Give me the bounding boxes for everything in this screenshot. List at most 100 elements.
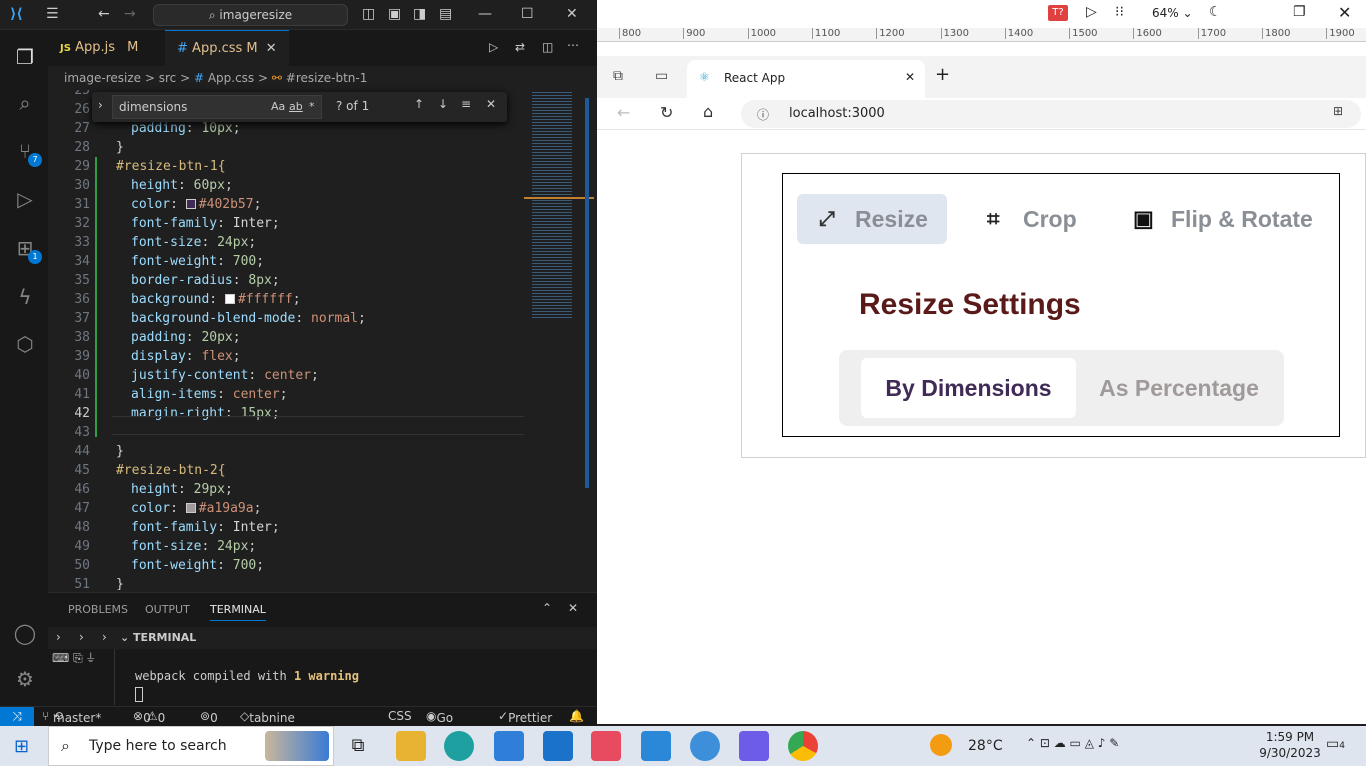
dark-mode-icon[interactable]: ☾ (1209, 4, 1222, 20)
clock-time[interactable]: 1:59 PM (1260, 730, 1320, 744)
menu-icon[interactable]: ☰ (46, 6, 59, 22)
grid-icon[interactable]: ⁝⁝ (1115, 4, 1124, 20)
command-center-search[interactable]: ⌕ imageresize (153, 4, 348, 26)
remote-indicator-icon[interactable]: ⤨ (0, 707, 34, 727)
flip-rotate-button[interactable]: ▣ Flip & Rotate (1129, 194, 1329, 244)
notification-icon[interactable]: ▭4 (1326, 736, 1345, 752)
clock-date[interactable]: 9/30/2023 (1254, 746, 1326, 760)
back-arrow-icon[interactable]: ← (98, 6, 110, 22)
task-view-icon[interactable]: ⧉ (343, 731, 373, 761)
code-editor[interactable]: 25 26 27 padding: 10px; 28} 29 #resize-btn-1{3… (48, 90, 524, 590)
source-control-icon[interactable]: ⑂ 7 (12, 138, 42, 167)
by-dimensions-button[interactable]: By Dimensions (861, 358, 1076, 418)
url-bar[interactable]: ⓘ localhost:3000 (741, 100, 1361, 128)
terminal-tools-icon[interactable]: ⌨ ⎘ ⏚ (52, 651, 95, 666)
split-editor-icon[interactable]: ◫ (542, 40, 553, 54)
tab-app-js[interactable]: JS App.js M (48, 30, 165, 66)
prettier-status[interactable]: ✓ Prettier (498, 709, 552, 725)
edge-icon[interactable] (444, 731, 474, 761)
run-icon[interactable]: ▷ (489, 40, 498, 54)
lightning-icon[interactable]: ϟ (12, 284, 38, 310)
app-icon[interactable] (641, 731, 671, 761)
chevron-right-icon[interactable]: › (56, 630, 61, 644)
close-panel-icon[interactable]: ✕ (568, 601, 578, 615)
close-icon[interactable]: ✕ (1338, 3, 1351, 22)
taskbar-search[interactable]: ⌕ Type here to search (48, 726, 334, 766)
color-swatch[interactable] (185, 199, 196, 209)
remote-explorer-icon[interactable]: ⬡ (12, 331, 38, 357)
explorer-icon[interactable]: ❐ (12, 44, 38, 70)
home-icon[interactable]: ⌂ (703, 102, 713, 121)
layout-icon[interactable]: ▤ (439, 6, 452, 22)
workspaces-icon[interactable]: ⧉ (613, 68, 623, 84)
store-icon[interactable] (591, 731, 621, 761)
match-case-icon[interactable]: Aa (271, 100, 285, 113)
branch-status[interactable]: ⑂ master* ⟲ (42, 709, 101, 725)
windows-start-icon[interactable]: ⊞ (14, 736, 29, 757)
back-icon[interactable]: ← (617, 103, 630, 122)
toggle-sidebar-icon[interactable]: ◫ (362, 6, 375, 22)
tabnine-status[interactable]: ◇ tabnine starter (240, 709, 295, 739)
mail-icon[interactable] (543, 731, 573, 761)
forward-arrow-icon[interactable]: → (124, 6, 136, 22)
account-icon[interactable]: ◯ (12, 620, 38, 646)
go-live-button[interactable]: ◉ Go Live (426, 709, 461, 739)
more-actions-icon[interactable]: ⋯ (567, 38, 579, 52)
run-debug-icon[interactable]: ▷ (12, 186, 38, 212)
problems-status[interactable]: ⊗ 0 ⚠ 0 (133, 709, 165, 725)
clipchamp-icon[interactable] (739, 731, 769, 761)
terminal-section-title[interactable]: ⌄ TERMINAL (120, 631, 196, 644)
tab-app-css[interactable]: # App.css M ✕ (165, 30, 289, 66)
close-icon[interactable]: ✕ (566, 6, 578, 22)
vscode-taskbar-icon[interactable] (494, 731, 524, 761)
tab-actions-icon[interactable]: ▭ (655, 68, 668, 84)
tray-icons[interactable]: ⌃ ⊡ ☁ ▭ ◬ ♪ ✎ (1026, 736, 1119, 750)
toggle-secondary-icon[interactable]: ◨ (413, 6, 426, 22)
notifications-bell-icon[interactable]: 🔔 (569, 709, 584, 723)
restore-icon[interactable]: ❐ (1293, 4, 1306, 20)
close-find-icon[interactable]: ✕ (486, 97, 496, 111)
chrome-icon[interactable] (788, 731, 818, 761)
scrollbar-thumb[interactable] (585, 98, 589, 488)
resize-button[interactable]: ⤢ Resize (797, 194, 947, 244)
as-percentage-button[interactable]: As Percentage (1079, 358, 1279, 418)
refresh-icon[interactable]: ↻ (660, 103, 673, 122)
zoom-dropdown[interactable]: 64% ⌄ (1152, 6, 1193, 20)
previous-match-icon[interactable]: ↑ (414, 97, 424, 111)
chevron-right-icon[interactable]: › (79, 630, 84, 644)
toggle-replace-icon[interactable]: › (98, 98, 103, 112)
tab-terminal[interactable]: TERMINAL (210, 603, 266, 621)
tab-output[interactable]: OUTPUT (145, 603, 190, 616)
search-icon[interactable]: ⌕ (12, 90, 38, 116)
browser-tab[interactable]: ⚛ React App ✕ (687, 60, 925, 98)
language-mode[interactable]: CSS (388, 709, 412, 723)
close-tab-icon[interactable]: ✕ (905, 70, 915, 84)
breadcrumb-item[interactable]: image-resize (64, 71, 141, 85)
info-icon[interactable]: ⓘ (757, 106, 769, 123)
crop-button[interactable]: ⌗ Crop (979, 194, 1089, 244)
color-swatch[interactable] (185, 503, 196, 513)
close-tab-icon[interactable]: ✕ (266, 41, 277, 56)
ports-status[interactable]: ⊚ 0 (200, 709, 218, 725)
breadcrumb-item[interactable]: App.css (208, 71, 254, 85)
breadcrumb-item[interactable]: src (159, 71, 177, 85)
find-in-selection-icon[interactable]: ≡ (461, 97, 471, 111)
regex-icon[interactable]: * (309, 100, 315, 113)
compare-icon[interactable]: ⇄ (515, 40, 525, 54)
weather-temp[interactable]: 28°C (968, 738, 1003, 754)
extension-icon[interactable]: T? (1048, 5, 1068, 21)
next-match-icon[interactable]: ↓ (438, 97, 448, 111)
minimap[interactable] (524, 90, 597, 590)
ie-icon[interactable] (690, 731, 720, 761)
new-tab-icon[interactable]: + (935, 64, 950, 85)
settings-gear-icon[interactable]: ⚙ (12, 666, 38, 692)
maximize-icon[interactable]: ☐ (521, 6, 534, 22)
minimize-icon[interactable]: — (478, 6, 492, 22)
find-input[interactable]: dimensions Aa ab * (112, 95, 322, 119)
toggle-panel-icon[interactable]: ▣ (388, 6, 401, 22)
tab-problems[interactable]: PROBLEMS (68, 603, 128, 616)
whole-word-icon[interactable]: ab (289, 100, 303, 113)
play-icon[interactable]: ▷ (1086, 4, 1097, 20)
file-explorer-icon[interactable] (396, 731, 426, 761)
app-available-icon[interactable]: ⊞ (1333, 104, 1343, 118)
